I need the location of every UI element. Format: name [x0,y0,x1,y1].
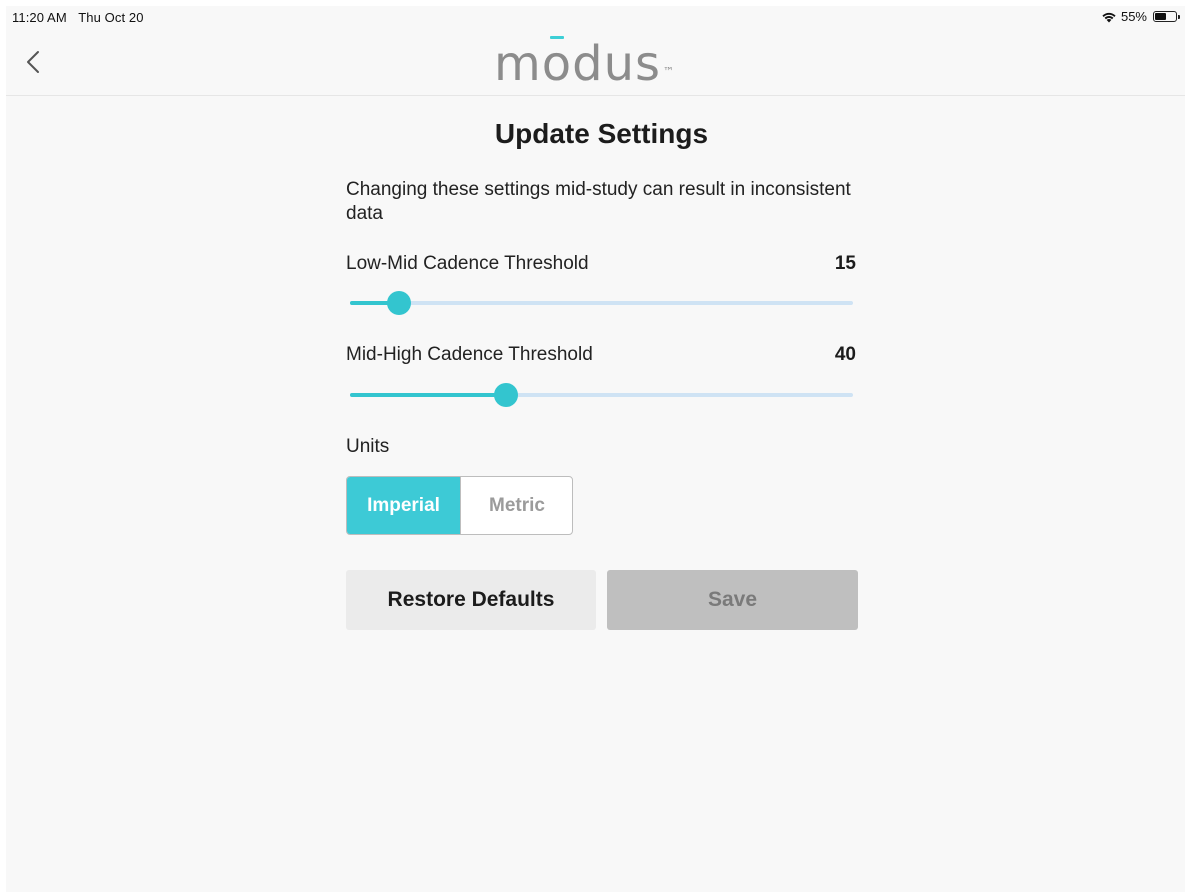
mid-high-threshold-label: Mid-High Cadence Threshold [346,344,593,365]
nav-bar: modus ™ [6,28,1185,96]
logo-text-o: o [541,36,573,92]
units-segmented-control: Imperial Metric [346,476,573,535]
status-bar: 11:20 AM Thu Oct 20 55% [0,0,1191,28]
logo-text-dus: dus [572,36,662,92]
save-button[interactable]: Save [607,570,858,630]
slider-thumb[interactable] [386,291,411,315]
logo-trademark: ™ [663,65,675,78]
restore-defaults-button[interactable]: Restore Defaults [346,570,596,630]
slider-thumb[interactable] [493,383,518,407]
slider-fill [350,393,506,397]
mid-high-threshold-slider[interactable] [350,383,853,407]
status-indicators: 55% [1101,9,1180,24]
battery-icon [1153,11,1180,22]
warning-text: Changing these settings mid-study can re… [346,179,851,224]
slider-track [350,301,853,305]
page-title: Update Settings [494,118,709,149]
units-label: Units [346,436,390,457]
wifi-icon [1102,12,1116,22]
back-button[interactable] [20,46,48,78]
mid-high-threshold-value: 40 [834,344,856,365]
low-mid-threshold-label: Low-Mid Cadence Threshold [346,253,589,274]
status-time-date: 11:20 AM Thu Oct 20 [12,10,152,25]
battery-tip [1178,15,1180,19]
modus-logo: modus ™ [494,34,674,94]
logo-text-m: m [494,36,542,92]
status-time: 11:20 AM [12,10,67,25]
status-date: Thu Oct 20 [78,10,144,25]
low-mid-threshold-slider[interactable] [350,291,853,315]
low-mid-threshold-value: 15 [834,253,856,274]
chevron-left-icon [27,51,39,73]
units-option-metric[interactable]: Metric [460,477,572,534]
battery-level-fill [1155,13,1166,20]
units-option-imperial[interactable]: Imperial [347,477,460,534]
battery-percent: 55% [1120,9,1147,24]
